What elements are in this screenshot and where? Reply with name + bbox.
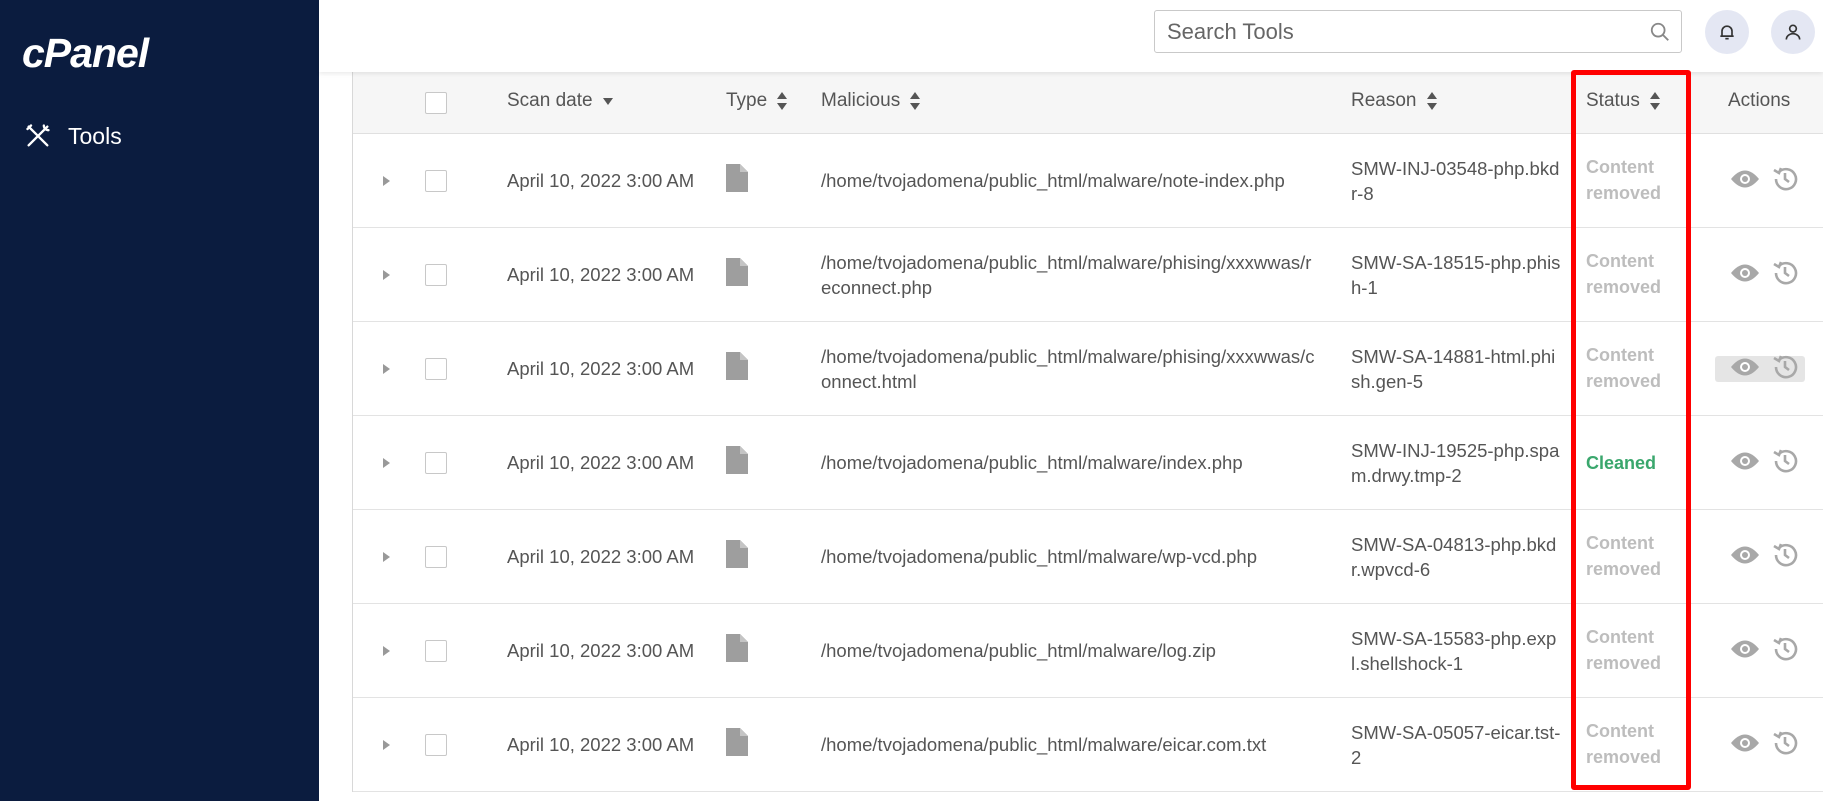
expand-row-icon[interactable] [383,270,390,280]
scan-date: April 10, 2022 3:00 AM [507,264,695,285]
malicious-path: /home/tvojadomena/public_html/malware/in… [821,452,1243,473]
scan-date: April 10, 2022 3:00 AM [507,734,695,755]
sidebar-item-tools[interactable]: Tools [24,122,122,150]
scan-date: April 10, 2022 3:00 AM [507,358,695,379]
file-icon [726,164,748,192]
expand-row-icon[interactable] [383,646,390,656]
reason: SMW-INJ-03548-php.bkdr-8 [1351,158,1560,204]
eye-icon[interactable] [1730,544,1760,566]
malicious-path: /home/tvojadomena/public_html/malware/wp… [821,546,1257,567]
expand-row-icon[interactable] [383,552,390,562]
file-icon [726,540,748,568]
select-all-checkbox[interactable] [425,92,447,114]
column-type[interactable]: Type [726,90,788,112]
reason: SMW-SA-15583-php.expl.shellshock-1 [1351,628,1557,674]
expand-row-icon[interactable] [383,740,390,750]
reason: SMW-SA-14881-html.phish.gen-5 [1351,346,1556,392]
column-malicious[interactable]: Malicious [821,90,921,112]
sidebar-item-label: Tools [68,122,122,149]
row-checkbox[interactable] [425,452,447,474]
reason: SMW-SA-18515-php.phish-1 [1351,252,1561,298]
cpanel-logo[interactable]: cPanel [22,30,149,77]
file-icon [726,728,748,756]
search-box [1154,10,1682,53]
user-icon [1785,24,1801,40]
file-icon [726,446,748,474]
scan-date: April 10, 2022 3:00 AM [507,170,695,191]
search-icon[interactable] [1649,21,1671,43]
scan-date: April 10, 2022 3:00 AM [507,546,695,567]
status-column-highlight [1571,70,1691,790]
row-checkbox[interactable] [425,734,447,756]
history-icon[interactable] [1771,353,1799,381]
column-scan-date[interactable]: Scan date [507,90,613,112]
expand-row-icon[interactable] [383,364,390,374]
eye-icon[interactable] [1730,638,1760,660]
user-menu-button[interactable] [1771,10,1815,54]
history-icon[interactable] [1771,635,1799,663]
sort-icon [1426,92,1437,110]
malicious-path: /home/tvojadomena/public_html/malware/lo… [821,640,1216,661]
row-checkbox[interactable] [425,546,447,568]
history-icon[interactable] [1771,447,1799,475]
eye-icon[interactable] [1730,450,1760,472]
malicious-path: /home/tvojadomena/public_html/malware/ei… [821,734,1267,755]
sidebar: cPanel Tools [0,0,319,801]
row-checkbox[interactable] [425,170,447,192]
reason: SMW-SA-04813-php.bkdr.wpvcd-6 [1351,534,1557,580]
row-checkbox[interactable] [425,264,447,286]
tools-icon [26,124,50,147]
history-icon[interactable] [1771,259,1799,287]
malicious-path: /home/tvojadomena/public_html/malware/no… [821,170,1285,191]
column-actions: Actions [1728,90,1791,111]
search-input[interactable] [1155,11,1635,52]
scan-date: April 10, 2022 3:00 AM [507,640,695,661]
file-icon [726,258,748,286]
file-icon [726,634,748,662]
history-icon[interactable] [1771,541,1799,569]
history-icon[interactable] [1771,729,1799,757]
row-checkbox[interactable] [425,640,447,662]
bell-icon [1720,25,1734,40]
scan-date: April 10, 2022 3:00 AM [507,452,695,473]
eye-icon[interactable] [1730,262,1760,284]
eye-icon[interactable] [1730,732,1760,754]
history-icon[interactable] [1771,165,1799,193]
expand-row-icon[interactable] [383,176,390,186]
sort-icon [777,92,788,110]
column-reason[interactable]: Reason [1351,90,1437,112]
notifications-button[interactable] [1705,10,1749,54]
malicious-path: /home/tvojadomena/public_html/malware/ph… [821,252,1312,298]
reason: SMW-SA-05057-eicar.tst-2 [1351,722,1561,768]
eye-icon[interactable] [1730,168,1760,190]
sort-icon [910,92,921,110]
sort-desc-icon [602,97,613,105]
expand-row-icon[interactable] [383,458,390,468]
eye-icon[interactable] [1730,356,1760,378]
malicious-path: /home/tvojadomena/public_html/malware/ph… [821,346,1315,392]
file-icon [726,352,748,380]
row-checkbox[interactable] [425,358,447,380]
top-bar [319,0,1823,72]
reason: SMW-INJ-19525-php.spam.drwy.tmp-2 [1351,440,1560,486]
